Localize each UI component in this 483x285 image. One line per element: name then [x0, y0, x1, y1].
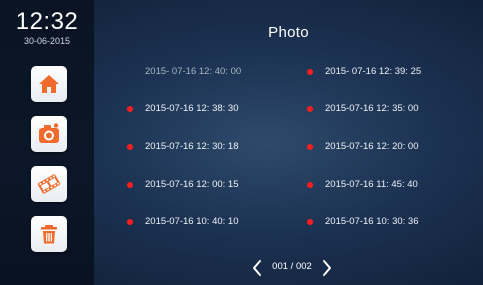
unread-dot-icon	[307, 219, 313, 225]
photo-timestamp: 2015- 07-16 12: 40: 00	[145, 66, 242, 77]
photo-timestamp: 2015-07-16 12: 00: 15	[145, 179, 239, 190]
photo-timestamp: 2015-07-16 12: 30: 18	[145, 141, 239, 152]
camera-icon	[39, 123, 59, 143]
film-icon	[37, 174, 61, 194]
photo-timestamp: 2015-07-16 10: 30: 36	[325, 216, 419, 227]
unread-dot-icon	[307, 69, 313, 75]
sidebar: 12:32 30-06-2015	[0, 0, 94, 285]
photo-timestamp: 2015-07-16 12: 20: 00	[325, 141, 419, 152]
photo-timestamp: 2015-07-16 12: 35: 00	[325, 103, 419, 114]
photo-timestamp: 2015-07-16 12: 38: 30	[145, 103, 239, 114]
trash-icon	[41, 225, 57, 244]
camera-button[interactable]	[31, 116, 67, 152]
unread-dot-icon	[127, 106, 133, 112]
unread-dot-icon	[127, 219, 133, 225]
pager: 001 / 002	[250, 258, 334, 278]
screen: 12:32 30-06-2015 Photo 2015- 07-16 12: 4…	[0, 0, 483, 285]
clock: 12:32 30-06-2015	[0, 10, 94, 47]
delete-button[interactable]	[31, 216, 67, 252]
unread-dot-icon	[127, 182, 133, 188]
photo-timestamp: 2015-07-16 11: 45: 40	[325, 179, 418, 190]
page-current: 001	[272, 261, 289, 272]
photo-timestamp: 2015- 07-16 12: 39: 25	[325, 66, 422, 77]
photo-timestamp: 2015-07-16 10: 40: 10	[145, 216, 239, 227]
home-button[interactable]	[31, 66, 67, 102]
prev-page-button[interactable]	[250, 258, 264, 278]
page-separator: /	[290, 261, 294, 272]
unread-dot-icon	[307, 182, 313, 188]
page-indicator: 001 / 002	[266, 261, 318, 272]
page-title: Photo	[268, 24, 309, 41]
unread-dot-icon	[307, 144, 313, 150]
next-page-button[interactable]	[320, 258, 334, 278]
unread-dot-icon	[307, 106, 313, 112]
home-icon	[39, 75, 59, 93]
unread-dot-icon	[127, 144, 133, 150]
clock-date: 30-06-2015	[23, 36, 71, 46]
chevron-left-icon	[253, 260, 261, 276]
clock-time: 12:32	[15, 8, 79, 35]
page-total: 002	[295, 261, 312, 272]
photo-button[interactable]	[31, 166, 67, 202]
chevron-right-icon	[323, 260, 331, 276]
